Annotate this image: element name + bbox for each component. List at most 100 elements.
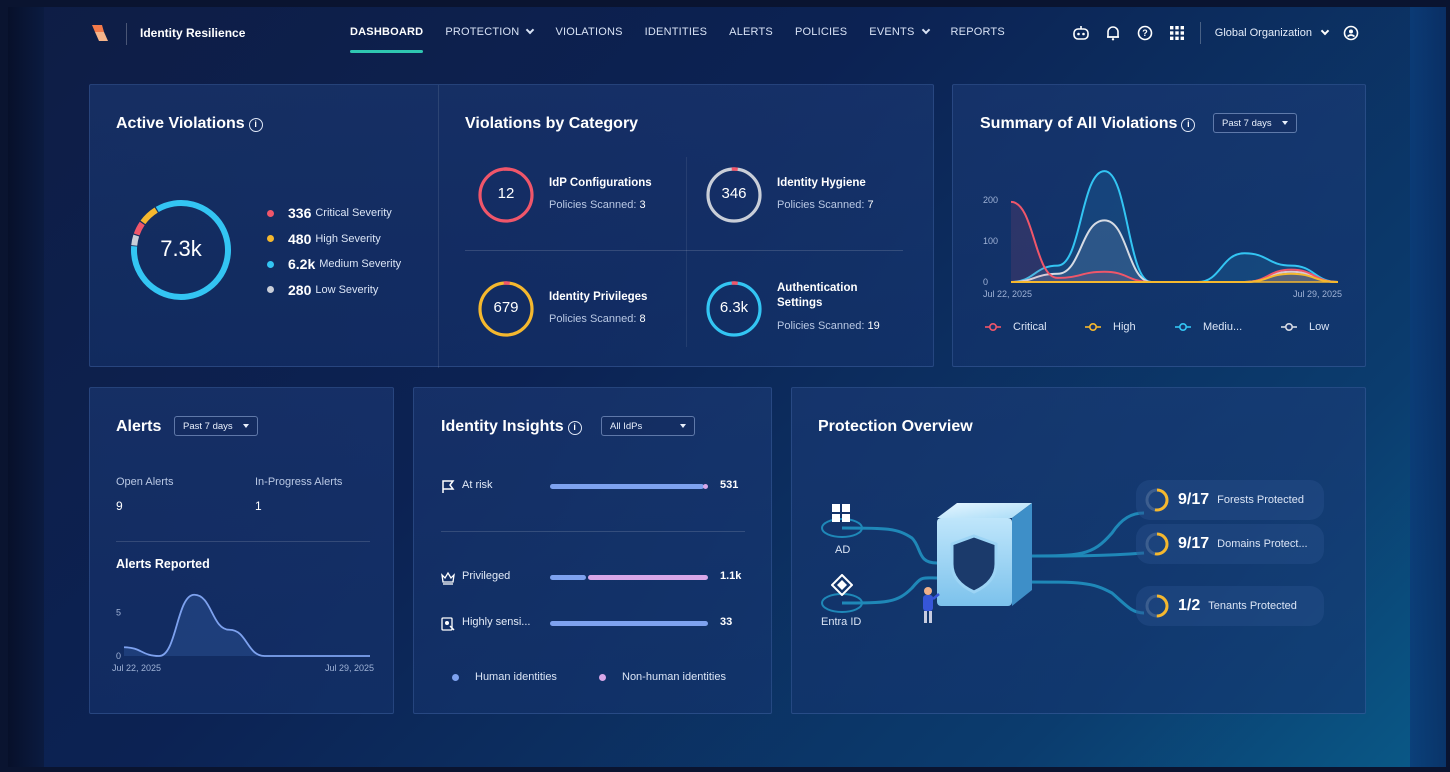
severity-dot <box>267 209 274 217</box>
open-alerts-label: Open Alerts <box>116 476 174 488</box>
severity-label: Critical Severity <box>315 207 392 219</box>
x-tick-label: Jul 29, 2025 <box>325 663 374 673</box>
idp-filter-dropdown[interactable]: All IdPs <box>601 416 695 436</box>
crown-icon <box>441 571 455 585</box>
nav-item-label: VIOLATIONS <box>555 26 623 38</box>
alerts-title: Alerts <box>116 418 162 435</box>
nav-item-label: POLICIES <box>794 26 848 38</box>
open-alerts-value[interactable]: 9 <box>116 499 123 513</box>
non-human-identities-bar[interactable] <box>703 484 708 489</box>
alerts-range-dropdown[interactable]: Past 7 days <box>174 416 258 436</box>
legend-label: Non-human identities <box>622 671 726 683</box>
protection-row[interactable]: 1/2 Tenants Protected <box>1136 586 1324 626</box>
user-icon[interactable] <box>1342 24 1360 42</box>
apps-grid-icon[interactable] <box>1168 24 1186 42</box>
insights-hr <box>441 531 745 532</box>
assistant-icon[interactable] <box>1072 24 1090 42</box>
insight-label[interactable]: Highly sensi... <box>462 616 530 628</box>
alerts-hr <box>116 541 370 542</box>
category-name[interactable]: Identity Hygiene <box>777 176 917 191</box>
protection-row[interactable]: 9/17 Forests Protected <box>1136 480 1324 520</box>
nav-item-dashboard[interactable]: DASHBOARD <box>350 26 424 53</box>
violations-card: Active Violations i 7.3k 336 Critical Seve… <box>89 84 934 368</box>
help-icon[interactable]: ? <box>1136 24 1154 42</box>
source-entra-label: Entra ID <box>821 616 862 628</box>
severity-row[interactable]: 336 Critical Severity <box>267 205 392 221</box>
severity-label: Low Severity <box>315 283 379 296</box>
caret-down-icon <box>680 424 686 428</box>
nav-item-policies[interactable]: POLICIES <box>795 26 847 38</box>
insight-legend-item[interactable]: Non-human identities <box>599 671 726 683</box>
nav-item-reports[interactable]: REPORTS <box>951 26 1005 38</box>
logo-divider <box>126 23 127 45</box>
active-violations-total: 7.3k <box>160 236 202 261</box>
app-frame: Identity Resilience DASHBOARD PROTECTION V… <box>8 7 1446 767</box>
summary-range-dropdown[interactable]: Past 7 days <box>1213 113 1297 133</box>
main-menu: DASHBOARD PROTECTION VIOLATIONS IDENTITIES A… <box>350 25 1005 53</box>
identity-insights-card: Identity Insights i All IdPs At risk 531 Pr… <box>413 387 772 714</box>
nav-item-alerts[interactable]: ALERTS <box>729 26 773 38</box>
alerts-card: Alerts Past 7 days Open Alerts 9 In-Prog… <box>89 387 394 714</box>
category-hr <box>465 250 903 251</box>
human-identities-bar[interactable] <box>550 484 705 489</box>
insight-value: 531 <box>720 479 739 491</box>
legend-item-low[interactable]: Low <box>1281 321 1329 333</box>
nav-item-identities[interactable]: IDENTITIES <box>645 26 708 38</box>
category-count: 679 <box>493 299 519 316</box>
sensitive-id-icon <box>441 617 455 631</box>
bell-icon[interactable] <box>1104 24 1122 42</box>
legend-item-mediu[interactable]: Mediu... <box>1175 321 1242 333</box>
category-name[interactable]: IdP Configurations <box>549 176 689 191</box>
progress-ring-icon <box>1145 594 1169 618</box>
severity-row[interactable]: 480 High Severity <box>267 231 381 247</box>
in-progress-alerts-value[interactable]: 1 <box>255 499 262 513</box>
nav-item-violations[interactable]: VIOLATIONS <box>555 26 622 38</box>
policies-scanned-label: Policies Scanned: <box>549 199 637 211</box>
human-identities-bar[interactable] <box>550 621 708 626</box>
summary-chart: 0 100 200 Jul 22, 2025 Jul 29, 2025 <box>983 170 1342 299</box>
legend-item-high[interactable]: High <box>1085 321 1136 333</box>
info-icon[interactable]: i <box>567 421 582 435</box>
legend-item-critical[interactable]: Critical <box>985 321 1047 333</box>
insight-legend-item[interactable]: Human identities <box>452 671 557 683</box>
windows-icon <box>832 504 850 522</box>
protection-label: Tenants Protected <box>1208 600 1297 612</box>
non-human-identities-bar[interactable] <box>587 575 708 580</box>
active-violations-title: Active Violations i <box>116 115 263 133</box>
source-ad-label: AD <box>835 544 851 556</box>
nav-item-protection[interactable]: PROTECTION <box>445 25 535 38</box>
y-tick-label: 0 <box>983 277 988 287</box>
card-divider <box>438 85 439 368</box>
severity-row[interactable]: 6.2k Medium Severity <box>267 256 401 272</box>
policies-scanned: Policies Scanned: 3 <box>549 199 646 211</box>
policies-scanned-label: Policies Scanned: <box>777 320 865 332</box>
category-count: 346 <box>721 185 747 202</box>
insight-label[interactable]: At risk <box>462 479 493 491</box>
y-tick-label: 100 <box>983 236 998 246</box>
alerts-range-label: Past 7 days <box>183 420 233 432</box>
human-identities-bar[interactable] <box>550 575 586 580</box>
summary-title: Summary of All Violations i <box>980 115 1196 133</box>
category-name[interactable]: Identity Privileges <box>549 290 689 305</box>
insight-value: 33 <box>720 616 733 628</box>
protection-value: 9/17 <box>1178 535 1210 552</box>
category-name[interactable]: Authentication Settings <box>777 281 867 311</box>
nav-item-label: DASHBOARD <box>350 26 424 38</box>
legend-dot <box>599 673 606 681</box>
series-line-mediu <box>1010 170 1339 283</box>
summary-title-text: Summary of All Violations <box>980 115 1178 132</box>
chevron-down-icon <box>921 25 930 35</box>
info-icon[interactable]: i <box>1181 118 1196 132</box>
insight-label[interactable]: Privileged <box>462 570 510 582</box>
svg-text:?: ? <box>1142 28 1148 38</box>
severity-row[interactable]: 280 Low Severity <box>267 282 378 298</box>
chevron-down-icon <box>526 25 535 35</box>
nav-item-events[interactable]: EVENTS <box>869 25 930 38</box>
policies-scanned-count: 3 <box>639 199 646 211</box>
org-selector[interactable]: Global Organization <box>1215 26 1330 39</box>
brand-name: Identity Resilience <box>140 26 246 40</box>
protection-row[interactable]: 9/17 Domains Protect... <box>1136 524 1324 564</box>
severity-dot <box>267 235 274 242</box>
info-icon[interactable]: i <box>248 118 263 132</box>
severity-value: 336 <box>288 205 312 221</box>
